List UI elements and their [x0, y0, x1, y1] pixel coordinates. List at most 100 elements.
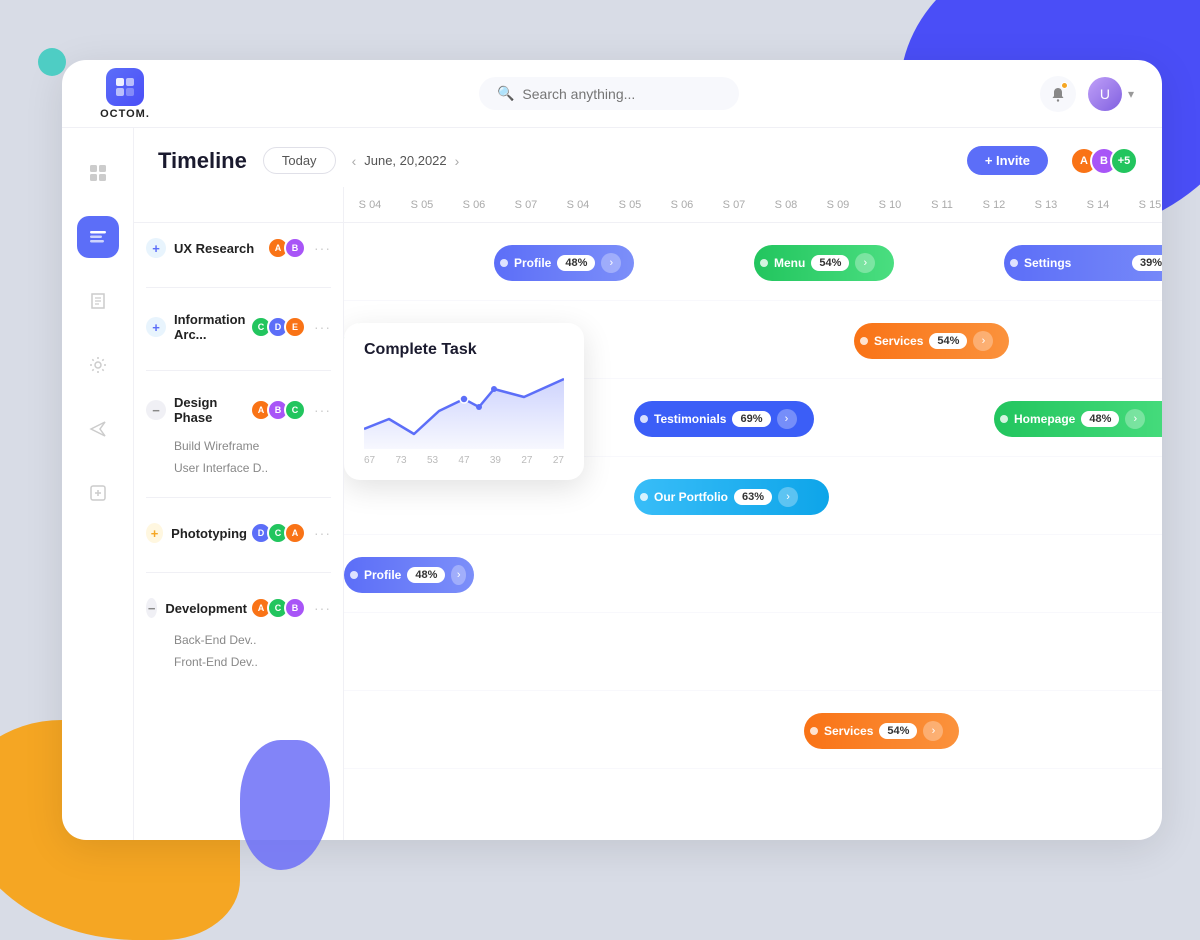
complete-task-card: Complete Task [344, 323, 584, 480]
invite-button[interactable]: + Invite [967, 146, 1048, 175]
pill-badge: 69% [732, 411, 770, 427]
chart-label-4: 47 [458, 455, 469, 466]
pill-badge: 54% [879, 723, 917, 739]
pill-services-2[interactable]: Services 54% › [804, 713, 959, 749]
logo-text: OCTOM. [100, 108, 150, 120]
task-item-build-wireframe[interactable]: Build Wireframe [146, 435, 331, 457]
chart-label-6: 27 [521, 455, 532, 466]
pill-dot [860, 337, 868, 345]
divider-2 [146, 370, 331, 371]
collapse-icon-dev[interactable]: − [146, 598, 157, 618]
notifications-button[interactable] [1040, 76, 1076, 112]
expand-icon-photo[interactable]: + [146, 523, 163, 543]
pill-label: Profile [364, 568, 401, 582]
col-s11: S 11 [916, 199, 968, 211]
task-group-name-dev: Development [165, 601, 247, 616]
col-s07-2: S 07 [708, 199, 760, 211]
task-group-header-ux: + UX Research A B ··· [146, 237, 331, 259]
more-options-info[interactable]: ··· [314, 319, 331, 335]
task-group-avatars-design: A B C [255, 399, 306, 421]
pill-arrow-icon[interactable]: › [451, 565, 466, 585]
pill-arrow-icon[interactable]: › [973, 331, 993, 351]
col-s06-2: S 06 [656, 199, 708, 211]
more-options-photo[interactable]: ··· [314, 525, 331, 541]
pill-testimonials-1[interactable]: Testimonials 69% › [634, 401, 814, 437]
col-s06-1: S 06 [448, 199, 500, 211]
pill-badge: 48% [1081, 411, 1119, 427]
pill-arrow-icon[interactable]: › [778, 487, 798, 507]
date-navigation: ‹ June, 20,2022 › [352, 153, 460, 169]
task-group-dev: − Development A C B ··· Back-End Dev.. F… [134, 583, 343, 681]
timeline-row-4: Profile 48% › [344, 535, 1162, 613]
chart-labels: 67 73 53 47 39 27 27 [364, 455, 564, 466]
col-s05-2: S 05 [604, 199, 656, 211]
today-button[interactable]: Today [263, 147, 336, 174]
bg-decoration-teal [38, 48, 66, 76]
sidebar-item-settings[interactable] [77, 344, 119, 386]
collapse-icon-design[interactable]: − [146, 400, 166, 420]
search-input[interactable] [522, 86, 721, 102]
col-s13: S 13 [1020, 199, 1072, 211]
logo-area: OCTOM. [90, 68, 160, 120]
pill-arrow-icon[interactable]: › [777, 409, 797, 429]
task-group-header-photo: + Phototyping D C A ··· [146, 522, 331, 544]
timeline-header: Timeline Today ‹ June, 20,2022 › + Invit… [134, 128, 1162, 187]
pill-profile-1[interactable]: Profile 48% › [494, 245, 634, 281]
sidebar-item-timeline[interactable] [77, 216, 119, 258]
pill-homepage-1[interactable]: Homepage 48% › [994, 401, 1162, 437]
more-options-dev[interactable]: ··· [314, 600, 331, 616]
chart-label-2: 73 [395, 455, 406, 466]
pill-dot [810, 727, 818, 735]
sidebar-item-grid[interactable] [77, 152, 119, 194]
pill-arrow-icon[interactable]: › [923, 721, 943, 741]
sidebar-item-send[interactable] [77, 408, 119, 450]
expand-icon-ux[interactable]: + [146, 238, 166, 258]
pill-dot [1000, 415, 1008, 423]
col-s14: S 14 [1072, 199, 1124, 211]
pill-label: Menu [774, 256, 805, 270]
pill-settings-1[interactable]: Settings 39% › [1004, 245, 1162, 281]
more-options-design[interactable]: ··· [314, 402, 331, 418]
task-list-panel: + UX Research A B ··· + [134, 187, 344, 840]
chart-label-1: 67 [364, 455, 375, 466]
task-group-avatars-ux: A B [272, 237, 306, 259]
invite-avatar-3: +5 [1110, 147, 1138, 175]
task-group-header-design: − Design Phase A B C ··· [146, 395, 331, 425]
avatar-photo-3: A [284, 522, 306, 544]
sidebar-nav [62, 128, 134, 840]
task-group-avatars-dev: A C B [255, 597, 306, 619]
more-options-ux[interactable]: ··· [314, 240, 331, 256]
pill-badge: 48% [407, 567, 445, 583]
chart-label-5: 39 [490, 455, 501, 466]
col-s10: S 10 [864, 199, 916, 211]
sidebar-item-book[interactable] [77, 280, 119, 322]
search-icon: 🔍 [497, 85, 514, 102]
prev-date-button[interactable]: ‹ [352, 153, 357, 169]
next-date-button[interactable]: › [455, 153, 460, 169]
pill-menu-1[interactable]: Menu 54% › [754, 245, 894, 281]
expand-icon-info[interactable]: + [146, 317, 166, 337]
task-group-phototyping: + Phototyping D C A ··· [134, 508, 343, 562]
pill-arrow-icon[interactable]: › [1125, 409, 1145, 429]
top-bar: OCTOM. 🔍 U ▾ [62, 60, 1162, 128]
timeline-grid-area[interactable]: S 04 S 05 S 06 S 07 S 04 S 05 S 06 S 07 … [344, 187, 1162, 840]
search-input-wrap[interactable]: 🔍 [479, 77, 739, 110]
col-s05-1: S 05 [396, 199, 448, 211]
pill-arrow-icon[interactable]: › [855, 253, 875, 273]
pill-our-portfolio[interactable]: Our Portfolio 63% › [634, 479, 829, 515]
pill-arrow-icon[interactable]: › [601, 253, 621, 273]
task-item-user-interface[interactable]: User Interface D.. [146, 457, 331, 479]
task-group-name-ux: UX Research [174, 241, 264, 256]
task-group-ux-research: + UX Research A B ··· [134, 223, 343, 277]
pill-badge: 48% [557, 255, 595, 271]
task-item-backend[interactable]: Back-End Dev.. [146, 629, 331, 651]
task-item-frontend[interactable]: Front-End Dev.. [146, 651, 331, 673]
sidebar-item-add-box[interactable] [77, 472, 119, 514]
invite-avatars: A B +5 [1064, 147, 1138, 175]
pill-label: Our Portfolio [654, 490, 728, 504]
pill-services-1[interactable]: Services 54% › [854, 323, 1009, 359]
pill-profile-2[interactable]: Profile 48% › [344, 557, 474, 593]
user-avatar-wrap[interactable]: U ▾ [1088, 77, 1134, 111]
chart-label-3: 53 [427, 455, 438, 466]
content-area: Timeline Today ‹ June, 20,2022 › + Invit… [134, 128, 1162, 840]
